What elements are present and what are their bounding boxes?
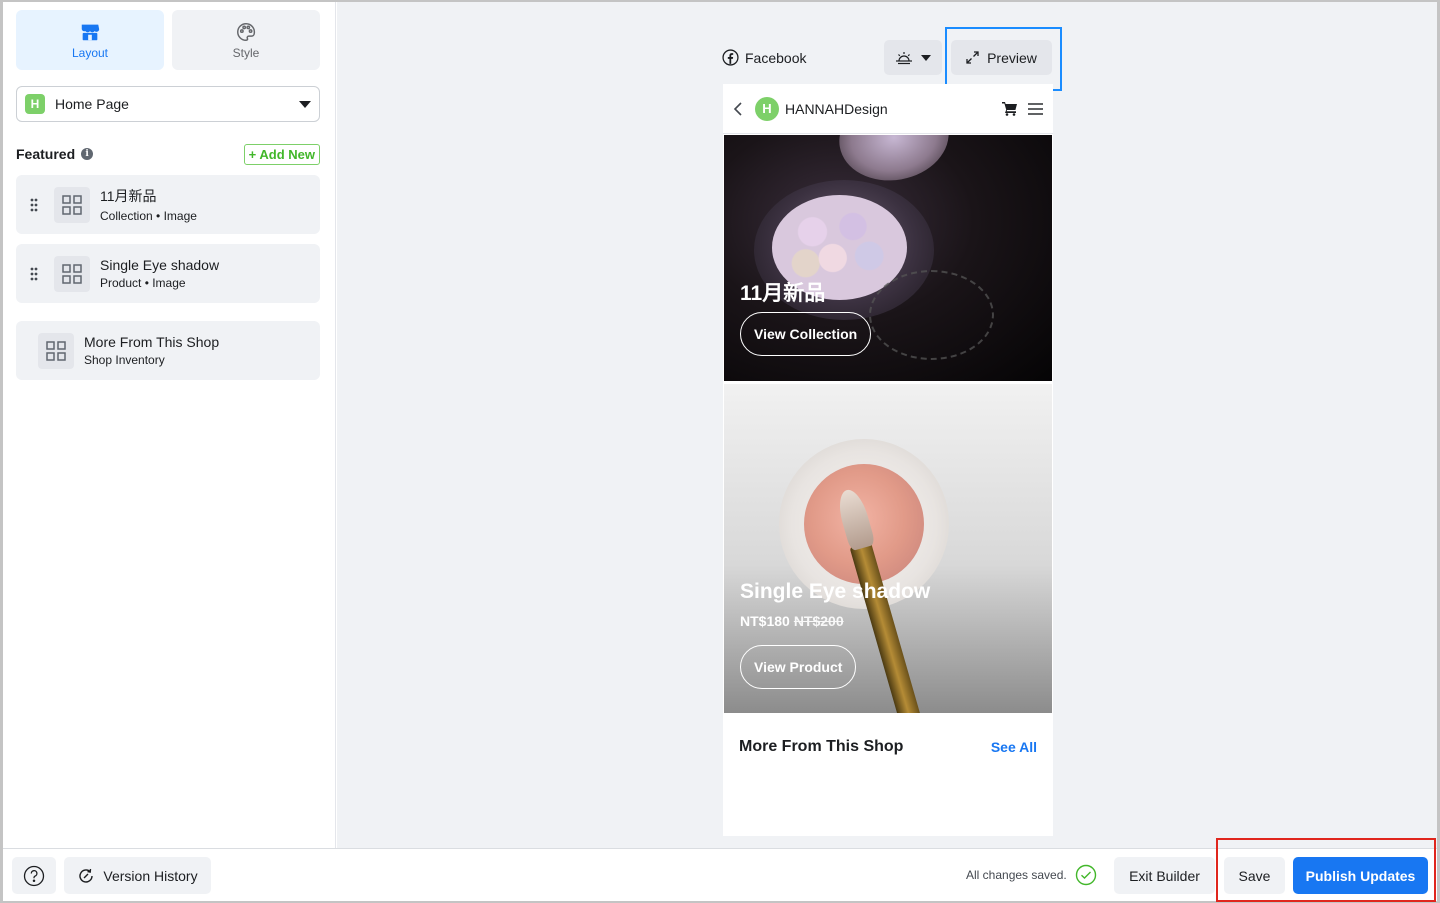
list-item-title: Single Eye shadow xyxy=(100,257,220,273)
featured-header: Featured i + Add New xyxy=(16,142,320,166)
list-item-title: 11月新品 xyxy=(100,188,157,204)
page-select-value: Home Page xyxy=(55,96,129,112)
save-status: All changes saved. xyxy=(966,864,1097,886)
chevron-down-icon xyxy=(299,100,311,108)
help-button[interactable] xyxy=(12,857,56,894)
page-select[interactable]: H Home Page xyxy=(16,86,320,122)
mesh-image xyxy=(869,270,994,360)
shop-header: H HANNAHDesign xyxy=(723,84,1053,134)
page-badge: H xyxy=(25,94,45,114)
preview-canvas: Facebook Preview H HANNAHDesign 11月新品 Vi… xyxy=(337,2,1437,848)
info-icon[interactable]: i xyxy=(81,148,94,160)
see-all-link[interactable]: See All xyxy=(991,739,1037,755)
tab-layout-label: Layout xyxy=(71,45,109,60)
save-status-text: All changes saved. xyxy=(966,868,1067,882)
collection-hero: 11月新品 View Collection xyxy=(724,135,1052,381)
list-item-subtitle: Shop Inventory xyxy=(84,353,165,367)
tab-layout[interactable]: Layout xyxy=(16,10,164,70)
grid-icon xyxy=(54,186,90,223)
palette-icon xyxy=(237,22,256,41)
check-circle-icon xyxy=(1075,864,1096,886)
add-new-button[interactable]: + Add New xyxy=(243,143,320,165)
platform-name: Facebook xyxy=(745,49,807,66)
drag-handle-icon[interactable] xyxy=(30,198,40,212)
list-item-subtitle: Collection • Image xyxy=(100,209,197,223)
collection-title: 11月新品 xyxy=(740,282,826,305)
menu-icon[interactable] xyxy=(1028,102,1043,115)
current-price: NT$180 xyxy=(740,613,790,629)
list-item-title: More From This Shop xyxy=(84,334,220,350)
product-price: NT$180 NT$200 xyxy=(740,613,844,629)
list-item[interactable]: Single Eye shadow Product • Image xyxy=(16,244,320,303)
history-icon xyxy=(79,868,94,883)
grid-icon xyxy=(38,332,74,369)
store-icon xyxy=(81,24,100,40)
highlight-box-preview xyxy=(945,27,1062,91)
more-from-shop-title: More From This Shop xyxy=(739,738,904,755)
cart-icon[interactable] xyxy=(1002,101,1018,116)
chevron-down-icon xyxy=(921,54,931,61)
view-collection-button[interactable]: View Collection xyxy=(740,312,872,356)
phone-preview: H HANNAHDesign 11月新品 View Collection Sin… xyxy=(723,84,1053,836)
facebook-icon xyxy=(722,49,739,66)
version-history-button[interactable]: Version History xyxy=(64,857,211,894)
back-chevron-icon[interactable] xyxy=(733,101,743,117)
shop-name: HANNAHDesign xyxy=(785,100,888,117)
grid-icon xyxy=(54,255,90,292)
sun-icon xyxy=(896,51,912,64)
more-from-shop-section: More From This Shop See All xyxy=(739,738,1037,756)
sidebar: Layout Style H Home Page Featured i + Ad… xyxy=(3,2,336,848)
list-item[interactable]: 11月新品 Collection • Image xyxy=(16,175,320,234)
theme-toggle-button[interactable] xyxy=(884,40,942,75)
drag-handle-icon[interactable] xyxy=(30,267,40,281)
tab-style[interactable]: Style xyxy=(172,10,320,70)
shop-avatar: H xyxy=(755,96,779,121)
product-title: Single Eye shadow xyxy=(740,580,931,603)
exit-builder-button[interactable]: Exit Builder xyxy=(1114,857,1215,894)
old-price: NT$200 xyxy=(793,613,844,629)
product-hero: Single Eye shadow NT$180 NT$200 View Prod… xyxy=(724,384,1052,713)
version-history-label: Version History xyxy=(103,867,198,884)
highlight-box-save-publish xyxy=(1216,838,1436,902)
view-product-button[interactable]: View Product xyxy=(740,645,857,689)
platform-label: Facebook xyxy=(722,49,806,66)
list-item[interactable]: More From This Shop Shop Inventory xyxy=(16,321,320,380)
list-item-subtitle: Product • Image xyxy=(100,276,186,290)
tab-style-label: Style xyxy=(232,45,260,60)
featured-title: Featured xyxy=(16,146,76,162)
help-icon xyxy=(23,865,45,886)
